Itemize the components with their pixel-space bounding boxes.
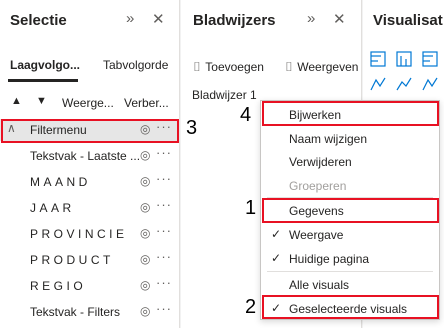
eye-icon[interactable]: ◎ [140, 252, 150, 266]
expand-icon[interactable]: » [126, 10, 134, 27]
view-bookmarks-button[interactable]: ⌷ Weergeven [285, 58, 361, 76]
bookmarks-pane-title: Bladwijzers [193, 12, 276, 29]
eye-icon[interactable]: ◎ [140, 304, 150, 318]
highlight-box-data [262, 198, 439, 223]
check-icon: ✓ [271, 227, 282, 241]
list-item-label: MAAND [30, 175, 91, 189]
list-item[interactable]: Tekstvak - Filters ◎ ··· [0, 301, 180, 323]
tab-tab-order[interactable]: Tabvolgorde [103, 58, 168, 72]
annotation-1: 1 [245, 197, 257, 219]
list-item-label: REGIO [30, 279, 87, 293]
highlight-box-filtermenu [1, 119, 179, 143]
list-item[interactable]: PRODUCT ◎ ··· [0, 249, 180, 271]
stacked-column-chart-icon [396, 51, 412, 67]
clustered-bar-chart-icon [422, 51, 438, 67]
list-item-label: PRODUCT [30, 253, 114, 267]
more-options-icon[interactable]: ··· [156, 145, 172, 160]
move-down-icon[interactable]: ▼ [36, 95, 47, 107]
annotation-4: 4 [240, 104, 252, 126]
annotation-2: 2 [245, 296, 257, 318]
selection-pane: Selectie » ✕ Laagvolgo... Tabvolgorde ▲ … [0, 0, 180, 328]
eye-icon[interactable]: ◎ [140, 148, 150, 162]
menu-item-label: Alle visuals [289, 278, 350, 292]
list-item-label: JAAR [30, 201, 75, 215]
more-options-icon[interactable]: ··· [156, 223, 172, 238]
bookmark-view-icon: ⌷ [285, 59, 293, 74]
list-item[interactable]: PROVINCIE ◎ ··· [0, 223, 180, 245]
visualizations-pane-title: Visualisat [373, 12, 443, 29]
list-item-label: Tekstvak - Laatste ... [30, 149, 141, 163]
list-item[interactable]: REGIO ◎ ··· [0, 275, 180, 297]
area-chart-icon [396, 77, 412, 91]
menu-item-label: Naam wijzigen [289, 132, 368, 146]
eye-icon[interactable]: ◎ [140, 200, 150, 214]
check-icon: ✓ [271, 251, 282, 265]
close-icon[interactable]: ✕ [333, 10, 346, 28]
stacked-bar-chart-icon [370, 51, 386, 67]
ribbon-chart-icon [422, 77, 438, 91]
more-options-icon[interactable]: ··· [156, 249, 172, 264]
add-bookmark-button[interactable]: ⌷ Toevoegen [193, 58, 264, 76]
highlight-box-selected-visuals [262, 295, 439, 319]
menu-item-label: Weergave [289, 228, 344, 242]
menu-item-rename[interactable]: Naam wijzigen [261, 128, 439, 150]
annotation-3: 3 [186, 117, 198, 139]
menu-item-group: Groeperen [261, 175, 439, 197]
menu-item-current-page[interactable]: ✓ Huidige pagina [261, 248, 439, 270]
list-item[interactable]: Tekstvak - Laatste ... ◎ ··· [0, 145, 180, 167]
line-chart-icon [370, 77, 386, 91]
bookmark-add-icon: ⌷ [193, 59, 201, 74]
menu-item-label: Verwijderen [289, 155, 352, 169]
list-item-label: Tekstvak - Filters [30, 305, 121, 319]
more-options-icon[interactable]: ··· [156, 301, 172, 316]
more-options-icon[interactable]: ··· [156, 275, 172, 290]
active-tab-indicator [8, 79, 78, 82]
hide-all-button[interactable]: Verber... [124, 96, 169, 110]
close-icon[interactable]: ✕ [152, 10, 165, 28]
bookmark-item[interactable]: Bladwijzer 1 [192, 88, 257, 102]
expand-icon[interactable]: » [307, 10, 315, 27]
add-bookmark-label: Toevoegen [205, 60, 264, 74]
move-up-icon[interactable]: ▲ [11, 95, 22, 107]
eye-icon[interactable]: ◎ [140, 174, 150, 188]
visual-type-grid[interactable] [369, 50, 444, 100]
tab-layer-order[interactable]: Laagvolgo... [10, 58, 80, 72]
list-item[interactable]: JAAR ◎ ··· [0, 197, 180, 219]
menu-item-label: Huidige pagina [289, 252, 370, 266]
list-item[interactable]: MAAND ◎ ··· [0, 171, 180, 193]
menu-item-all-visuals[interactable]: Alle visuals [261, 274, 439, 296]
show-all-button[interactable]: Weerge... [62, 96, 114, 110]
more-options-icon[interactable]: ··· [156, 197, 172, 212]
list-item-label: PROVINCIE [30, 227, 128, 241]
menu-item-delete[interactable]: Verwijderen [261, 151, 439, 173]
menu-divider [267, 271, 433, 272]
highlight-box-update [262, 101, 439, 126]
more-options-icon[interactable]: ··· [156, 171, 172, 186]
eye-icon[interactable]: ◎ [140, 278, 150, 292]
menu-item-display[interactable]: ✓ Weergave [261, 224, 439, 246]
menu-item-label: Groeperen [289, 179, 347, 193]
selection-pane-title: Selectie [10, 12, 67, 29]
view-bookmarks-label: Weergeven [297, 60, 359, 74]
eye-icon[interactable]: ◎ [140, 226, 150, 240]
